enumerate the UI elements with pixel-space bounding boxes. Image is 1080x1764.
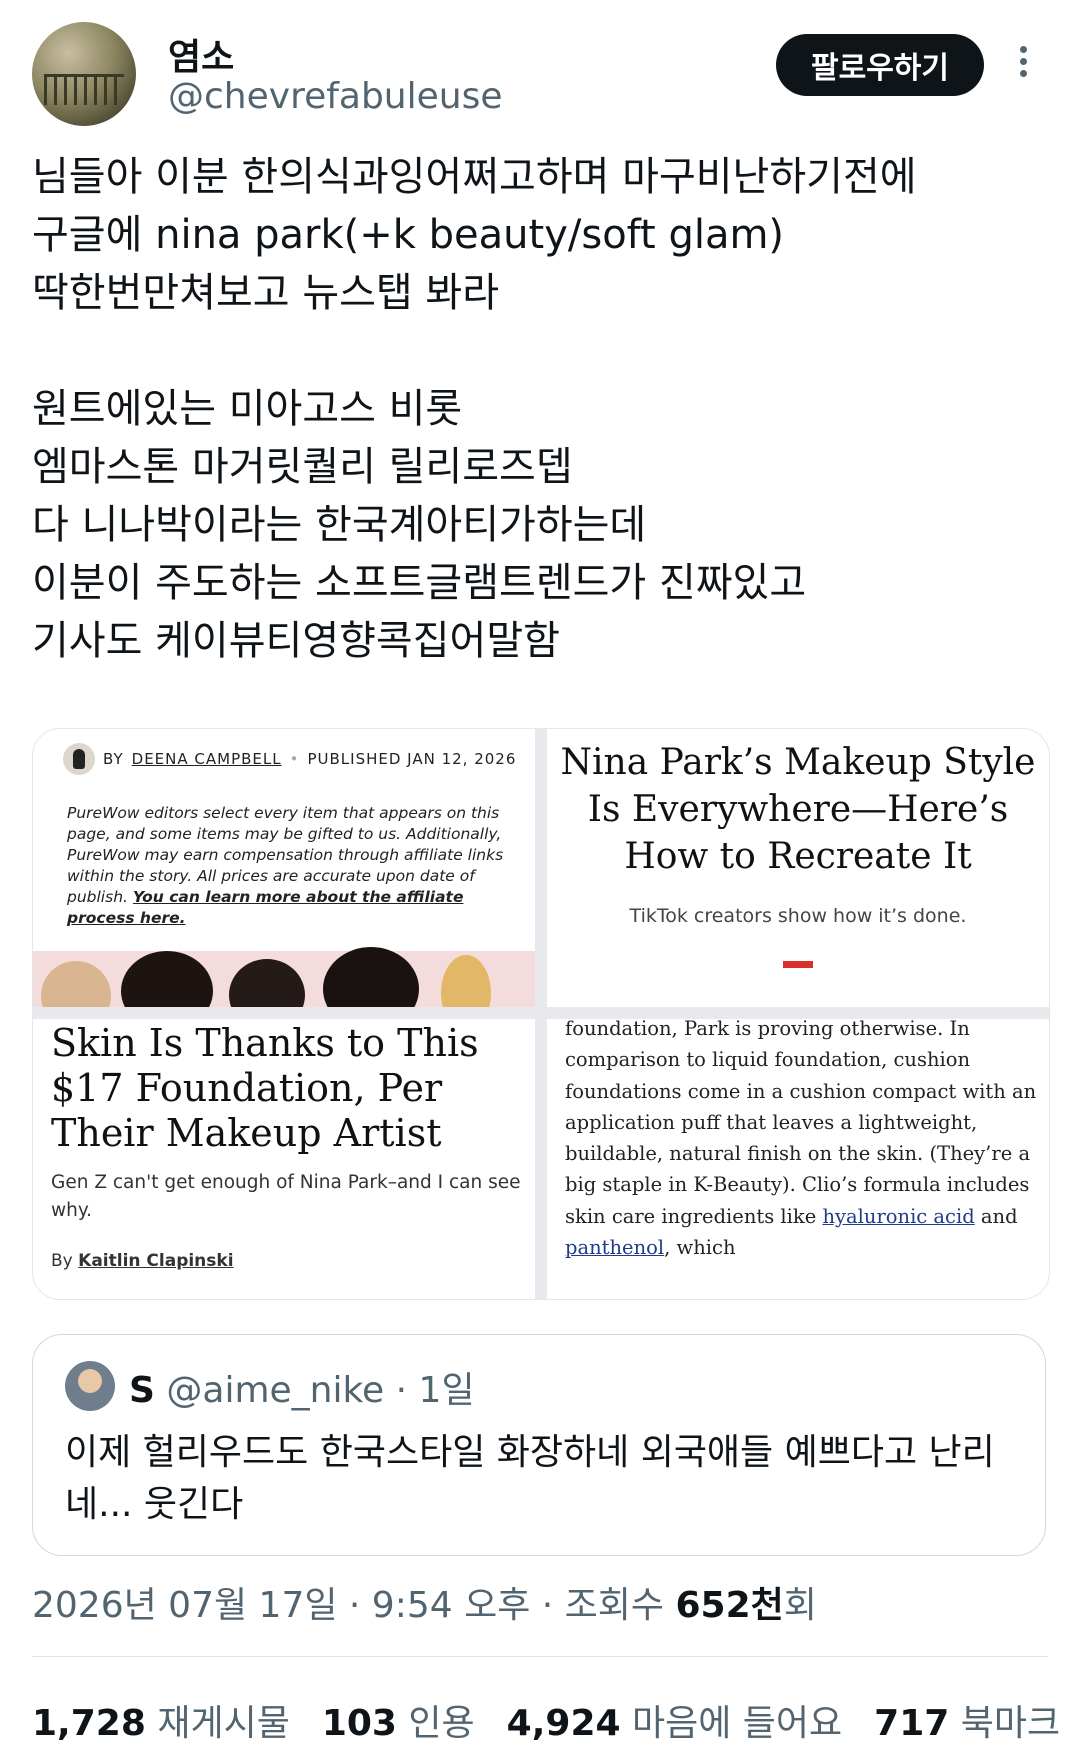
media-image-1[interactable]: BY DEENA CAMPBELL • PUBLISHED JAN 12, 20… (33, 729, 535, 1007)
tweet-line: 다 니나박이라는 한국계아티가하는데 (32, 502, 647, 548)
likes-label: 마음에 들어요 (632, 1703, 843, 1744)
article-text: foundation, Park is proving otherwise. I… (565, 1019, 1037, 1228)
view-count: 652천 (675, 1585, 784, 1626)
media-image-4[interactable]: foundation, Park is proving otherwise. I… (547, 1019, 1049, 1299)
tweet-line: 엠마스톤 마거릿퀄리 릴리로즈뎁 (32, 444, 573, 490)
tweet-timestamp: 2026년 07월 17일 · 9:54 오후 · 조회수 652천회 (32, 1576, 817, 1628)
affiliate-disclaimer: PureWow editors select every item that a… (67, 803, 507, 929)
author-photo (63, 743, 95, 775)
byline-separator: • (289, 750, 300, 768)
tweet-line: 구글에 nina park(+k beauty/soft glam) (32, 212, 785, 258)
quotes-stat[interactable]: 103 인용 (322, 1694, 475, 1746)
reposts-count: 1,728 (32, 1703, 146, 1744)
more-vertical-icon[interactable] (1016, 46, 1030, 86)
article-dek: Gen Z can't get enough of Nina Park–and … (51, 1172, 521, 1221)
tweet-line: 딱한번만쳐보고 뉴스탭 봐라 (32, 270, 500, 316)
article-headline: Skin Is Thanks to This $17 Foundation, P… (51, 1021, 479, 1155)
divider (32, 1656, 1048, 1657)
engagement-stats: 1,728 재게시물 103 인용 4,924 마음에 들어요 717 북마크 (32, 1694, 1060, 1746)
bookmarks-stat[interactable]: 717 북마크 (874, 1694, 1060, 1746)
tweet-text: 님들아 이분 한의식과잉어쩌고하며 마구비난하기전에 구글에 nina park… (32, 148, 1052, 670)
quote-author-avatar[interactable] (65, 1361, 115, 1411)
publish-date: PUBLISHED JAN 12, 2026 (307, 750, 517, 768)
quotes-label: 인용 (408, 1703, 475, 1744)
article-author: Kaitlin Clapinski (78, 1251, 234, 1271)
author-display-name[interactable]: 염소 (168, 28, 234, 80)
tweet-line: 이분이 주도하는 소프트글램트렌드가 진짜있고 (32, 560, 807, 606)
likes-count: 4,924 (506, 1703, 621, 1744)
article-link: panthenol (565, 1236, 665, 1260)
article-headline: Nina Park’s Makeup Style Is Everywhere—H… (560, 742, 1036, 877)
quote-author-handle[interactable]: @aime_nike (166, 1370, 384, 1411)
quote-text: 이제 헐리우드도 한국스타일 화장하네 외국애들 예쁘다고 난리네... 웃긴다 (65, 1432, 995, 1525)
by-label: BY (103, 750, 124, 768)
article-subtitle: TikTok creators show how it’s done. (629, 905, 967, 927)
accent-bar (783, 961, 813, 968)
article-text: , which (664, 1236, 736, 1260)
article-link: hyaluronic acid (822, 1204, 975, 1228)
quote-author-name[interactable]: S (129, 1370, 155, 1411)
author-handle[interactable]: @chevrefabuleuse (168, 76, 503, 117)
reposts-stat[interactable]: 1,728 재게시물 (32, 1694, 290, 1746)
media-image-3[interactable]: Skin Is Thanks to This $17 Foundation, P… (33, 1019, 535, 1299)
view-suffix: 회 (783, 1585, 817, 1626)
bookmarks-label: 북마크 (960, 1703, 1061, 1744)
follow-button[interactable]: 팔로우하기 (776, 34, 984, 96)
bookmarks-count: 717 (874, 1703, 950, 1744)
article-author: DEENA CAMPBELL (131, 750, 282, 768)
article-byline: By Kaitlin Clapinski (51, 1251, 234, 1271)
tweet-line: 원트에있는 미아고스 비롯 (32, 386, 463, 432)
article-text: and (974, 1204, 1018, 1228)
author-avatar[interactable] (32, 22, 136, 126)
tweet-line: 님들아 이분 한의식과잉어쩌고하며 마구비난하기전에 (32, 154, 917, 200)
quote-time: · 1일 (395, 1370, 475, 1411)
models-photo (33, 947, 535, 1007)
quote-header: S @aime_nike · 1일 (129, 1361, 475, 1413)
article-byline: BY DEENA CAMPBELL • PUBLISHED JAN 12, 20… (63, 743, 516, 775)
quote-tweet[interactable]: S @aime_nike · 1일 이제 헐리우드도 한국스타일 화장하네 외국… (32, 1334, 1046, 1556)
likes-stat[interactable]: 4,924 마음에 들어요 (507, 1694, 843, 1746)
reposts-label: 재게시물 (157, 1703, 290, 1744)
article-body: foundation, Park is proving otherwise. I… (565, 1019, 1045, 1263)
quotes-count: 103 (321, 1703, 397, 1744)
by-label: By (51, 1251, 73, 1271)
timestamp-text: 2026년 07월 17일 · 9:54 오후 · 조회수 (32, 1585, 665, 1626)
tweet-line: 기사도 케이뷰티영향콕집어말함 (32, 618, 560, 664)
media-image-2[interactable]: Nina Park’s Makeup Style Is Everywhere—H… (547, 729, 1049, 1007)
media-grid: BY DEENA CAMPBELL • PUBLISHED JAN 12, 20… (32, 728, 1050, 1300)
